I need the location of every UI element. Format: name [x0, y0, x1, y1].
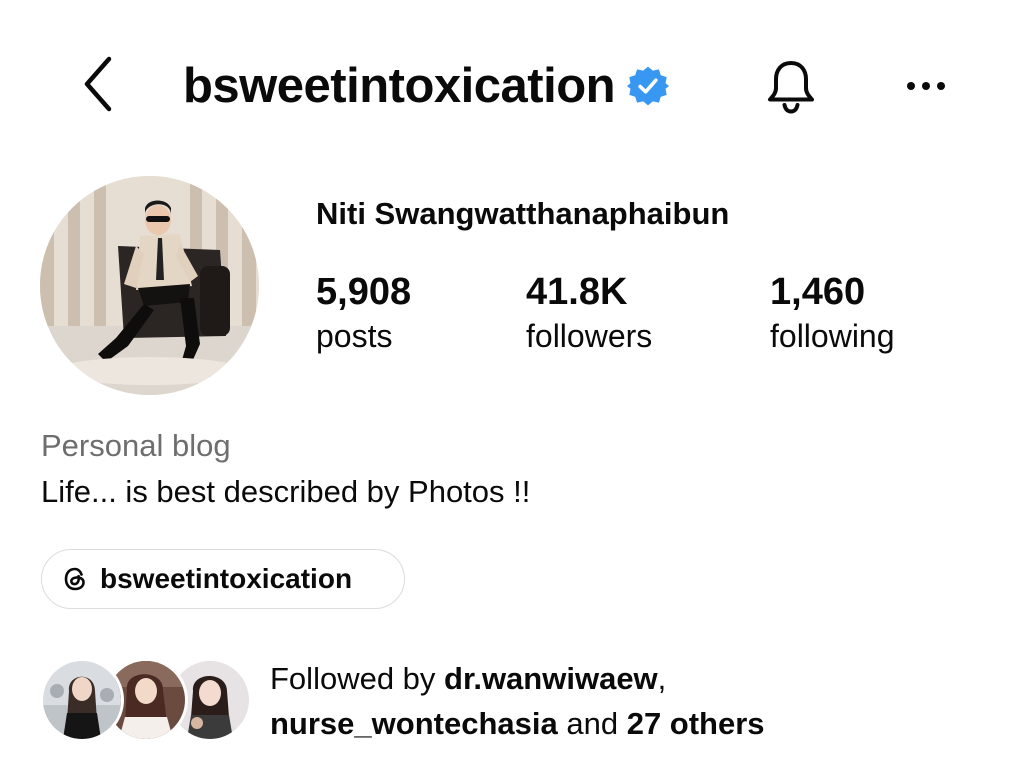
followers-stat[interactable]: 41.8K followers — [526, 270, 652, 358]
bell-icon — [768, 61, 814, 114]
header-title: bsweetintoxication — [183, 54, 670, 118]
followers-label: followers — [526, 318, 653, 354]
profile-full-name: Niti Swangwatthanaphaibun — [316, 196, 730, 231]
posts-label: posts — [316, 318, 393, 354]
notifications-button[interactable] — [757, 54, 825, 118]
profile-username: bsweetintoxication — [183, 59, 616, 113]
following-label: following — [770, 318, 895, 354]
more-options-button[interactable] — [898, 64, 954, 108]
profile-bio: Life... is best described by Photos !! — [41, 474, 531, 509]
posts-count: 5,908 — [316, 271, 412, 313]
followed-by-text[interactable]: Followed by dr.wanwiwaew, nurse_wontecha… — [270, 656, 765, 746]
back-button[interactable] — [70, 52, 126, 116]
verified-badge-icon — [627, 65, 670, 107]
posts-stat[interactable]: 5,908 posts — [316, 270, 411, 358]
more-horizontal-icon — [907, 82, 945, 90]
mutual-followers-avatars[interactable] — [40, 658, 252, 742]
mutual-others-link[interactable]: 27 others — [627, 706, 765, 741]
following-count: 1,460 — [770, 271, 866, 313]
avatar-photo — [40, 176, 259, 395]
mutual-avatar — [40, 658, 124, 742]
profile-category: Personal blog — [41, 428, 231, 463]
followed-by-prefix: Followed by — [270, 661, 436, 696]
mutual-user-link[interactable]: nurse_wontechasia — [270, 706, 558, 741]
threads-icon — [64, 567, 85, 591]
chevron-left-icon — [84, 56, 112, 112]
following-stat[interactable]: 1,460 following — [770, 270, 895, 358]
profile-avatar[interactable] — [40, 176, 259, 395]
threads-link-label: bsweetintoxication — [100, 563, 353, 594]
mutual-separator: , — [657, 661, 667, 696]
followers-count: 41.8K — [526, 271, 628, 313]
mutual-joiner: and — [566, 706, 619, 741]
mutual-user-link[interactable]: dr.wanwiwaew — [444, 661, 658, 696]
threads-link-button[interactable]: bsweetintoxication — [41, 549, 405, 609]
